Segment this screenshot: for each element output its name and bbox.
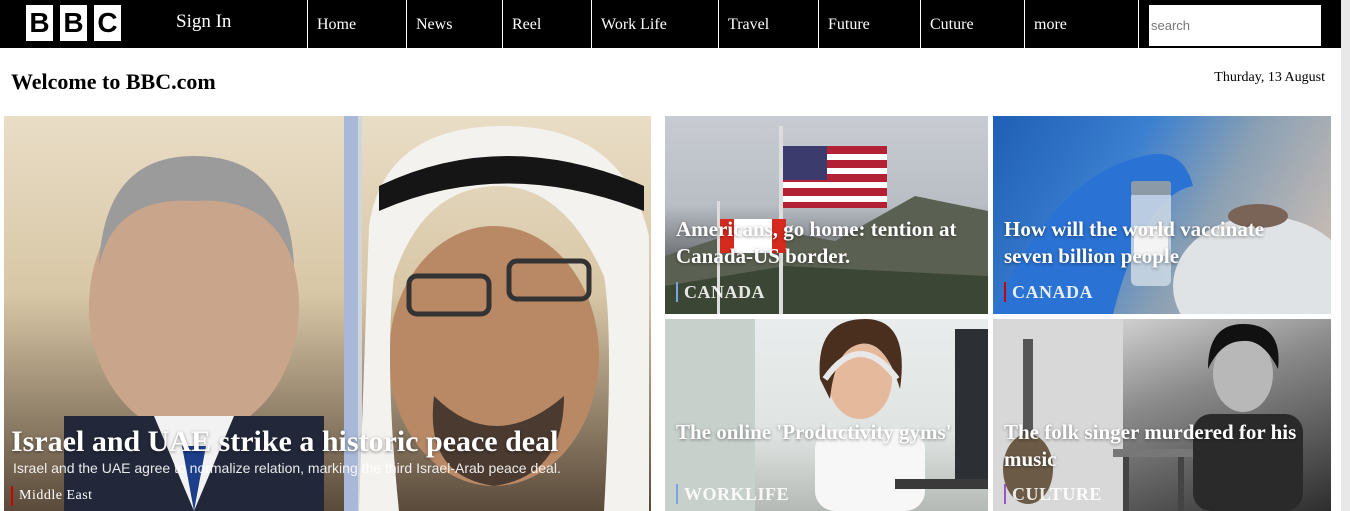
story-tag[interactable]: CULTURE	[1004, 484, 1102, 504]
search-input[interactable]	[1149, 5, 1321, 46]
story-tag[interactable]: CANADA	[1004, 282, 1093, 302]
nav-divider	[1138, 0, 1139, 48]
nav-item-culture[interactable]: Cuture	[920, 0, 1024, 48]
story-image	[665, 319, 988, 511]
featured-story-summary: Israel and the UAE agree to normalize re…	[13, 460, 561, 476]
logo-letter: B	[26, 5, 53, 41]
logo-letter: C	[94, 5, 121, 41]
featured-story-tag[interactable]: Middle East	[11, 486, 93, 506]
nav-item-news[interactable]: News	[406, 0, 502, 48]
date-label: Thurday, 13 August	[1214, 70, 1325, 85]
story-card-vaccine[interactable]: How will the world vaccinate seven billi…	[993, 116, 1331, 314]
story-tag[interactable]: CANADA	[676, 282, 765, 302]
sign-in-link[interactable]: Sign In	[176, 11, 231, 33]
story-title[interactable]: The online 'Productivity gyms'	[676, 419, 986, 446]
story-image	[993, 319, 1331, 511]
top-nav-bar: B B C Sign In Home News Reel Work Life T…	[0, 0, 1350, 48]
scrollbar[interactable]	[1341, 0, 1350, 511]
bbc-logo[interactable]: B B C	[26, 5, 121, 41]
featured-story-title[interactable]: Israel and UAE strike a historic peace d…	[11, 425, 558, 459]
story-title[interactable]: The folk singer murdered for his music	[1004, 419, 1314, 473]
nav-item-travel[interactable]: Travel	[718, 0, 818, 48]
nav-item-work-life[interactable]: Work Life	[591, 0, 718, 48]
story-card-worklife[interactable]: The online 'Productivity gyms' WORKLIFE	[665, 319, 988, 511]
office-photo-illustration	[665, 319, 988, 511]
logo-letter: B	[60, 5, 87, 41]
story-card-canada-border[interactable]: Americans, go home: tention at Canada-US…	[665, 116, 988, 314]
nav-item-reel[interactable]: Reel	[502, 0, 591, 48]
story-title[interactable]: How will the world vaccinate seven billi…	[1004, 216, 1314, 270]
story-title[interactable]: Americans, go home: tention at Canada-US…	[676, 216, 986, 270]
nav-item-more[interactable]: more	[1024, 0, 1138, 48]
page-title: Welcome to BBC.com	[11, 69, 216, 94]
story-card-culture[interactable]: The folk singer murdered for his music C…	[993, 319, 1331, 511]
nav-item-future[interactable]: Future	[818, 0, 920, 48]
folk-singer-photo-illustration	[993, 319, 1303, 511]
nav-item-home[interactable]: Home	[307, 0, 406, 48]
featured-story-card[interactable]: Israel and UAE strike a historic peace d…	[4, 116, 651, 511]
story-tag[interactable]: WORKLIFE	[676, 484, 789, 504]
